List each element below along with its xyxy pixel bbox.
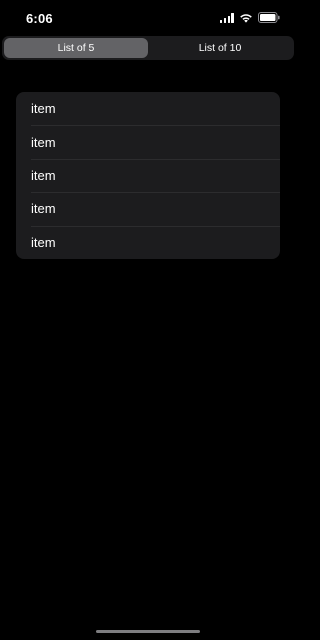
- list-item[interactable]: item: [16, 92, 280, 125]
- signal-icon: [220, 13, 234, 23]
- battery-icon: [258, 12, 280, 23]
- list-item[interactable]: item: [16, 158, 280, 192]
- list-card: item item item item item: [16, 92, 280, 259]
- segment-list-of-10[interactable]: List of 10: [148, 38, 292, 58]
- status-time: 6:06: [26, 11, 53, 26]
- home-indicator[interactable]: [96, 630, 200, 633]
- status-icons: [220, 12, 280, 23]
- status-bar: 6:06: [0, 0, 296, 34]
- segmented-control: List of 5 List of 10: [2, 36, 294, 60]
- list-item[interactable]: item: [16, 125, 280, 158]
- list-item[interactable]: item: [16, 225, 280, 259]
- list-item[interactable]: item: [16, 192, 280, 225]
- segment-list-of-5[interactable]: List of 5: [4, 38, 148, 58]
- wifi-icon: [239, 13, 253, 23]
